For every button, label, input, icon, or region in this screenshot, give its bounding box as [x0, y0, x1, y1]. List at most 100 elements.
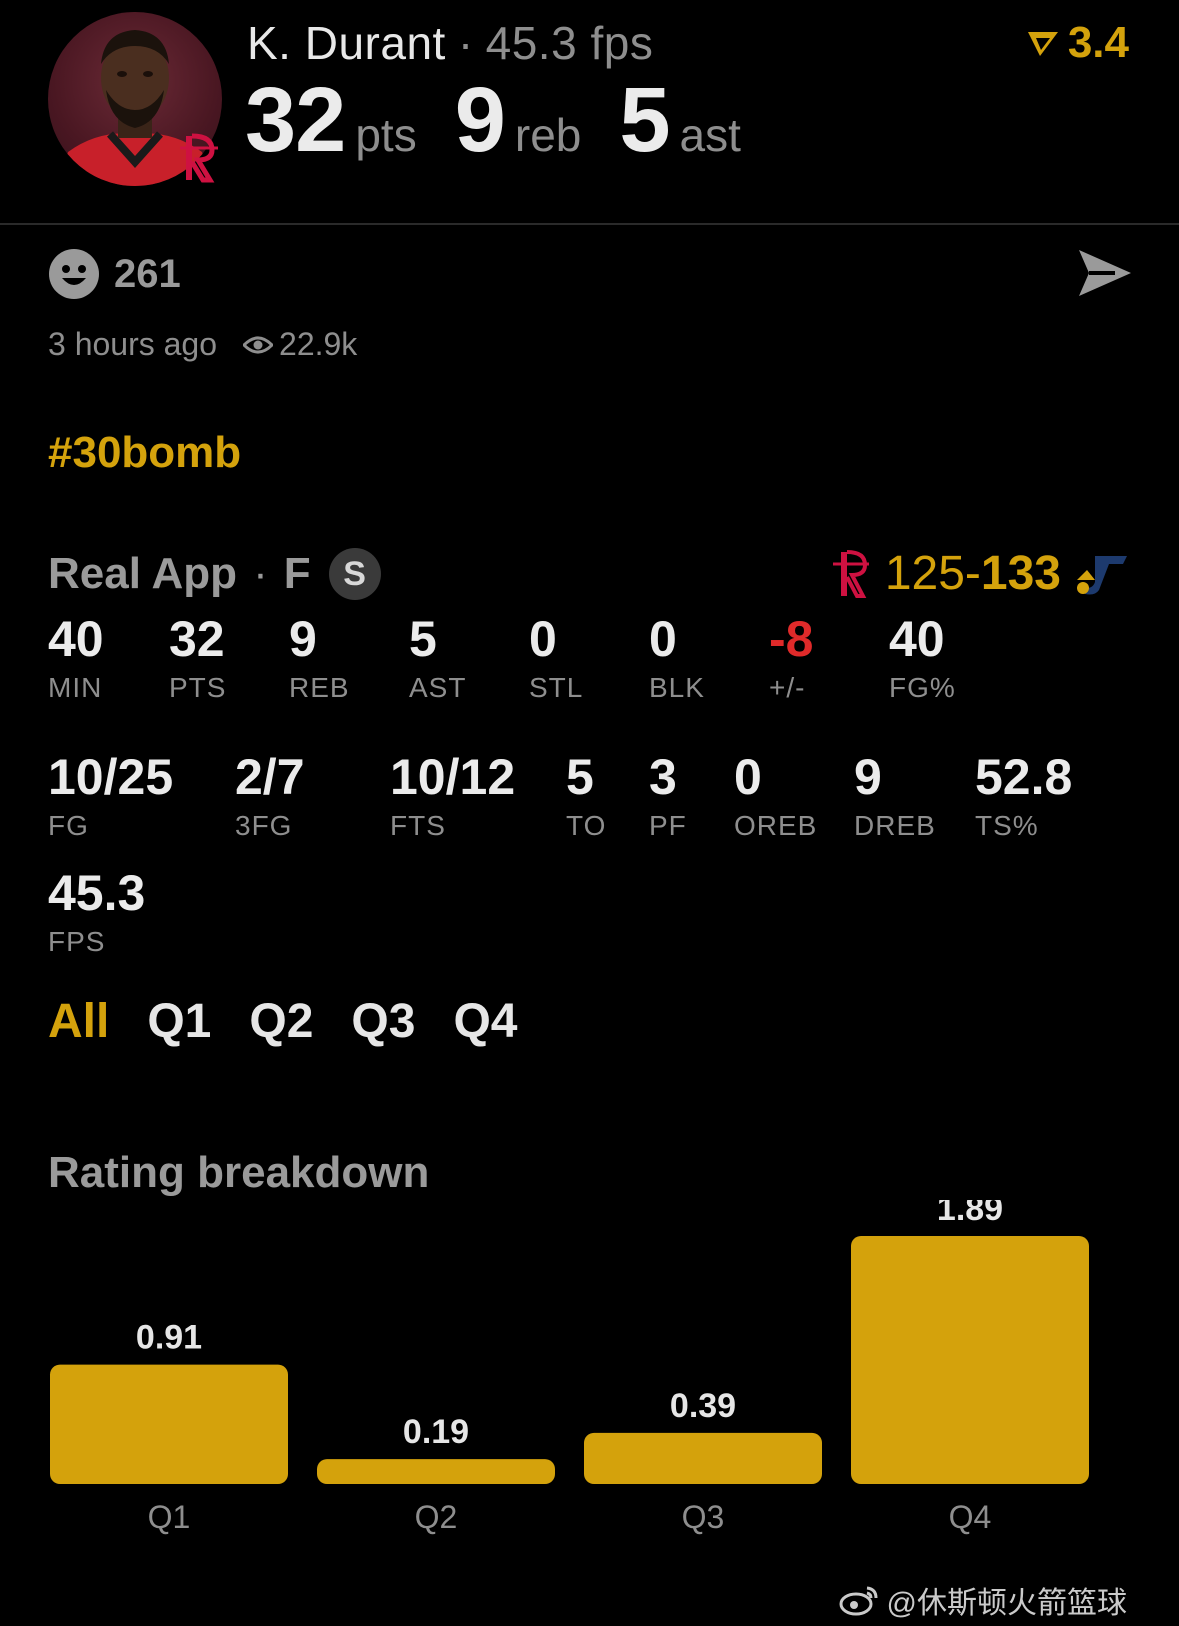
stat-label: +/- — [769, 672, 806, 703]
stat-label: DREB — [854, 810, 936, 841]
stat-plus-minus: -8 +/- — [769, 614, 813, 704]
stat-label: FPS — [48, 926, 106, 957]
game-info: Real App · F S — [48, 548, 381, 600]
tab-q4[interactable]: Q4 — [453, 994, 517, 1049]
app-name: Real App — [48, 549, 238, 598]
game-status: F — [283, 549, 311, 598]
stat-value: 3 — [649, 749, 677, 805]
stat-label: REB — [289, 672, 350, 703]
bar-q4[interactable] — [851, 1236, 1089, 1484]
stat-value: 2/7 — [235, 749, 305, 805]
stat-value: 0 — [734, 749, 762, 805]
stat-label: FG% — [889, 672, 956, 703]
stat-stl: 0 STL — [529, 614, 583, 704]
stat-label: FTS — [390, 810, 446, 841]
stat-value: 52.8 — [975, 749, 1073, 805]
rebounds-value: 9 — [454, 69, 506, 171]
watermark-text: @休斯顿火箭篮球 — [886, 1587, 1127, 1620]
assists-unit: ast — [679, 109, 741, 161]
stat-label: OREB — [734, 810, 818, 841]
stat-value: 5 — [409, 611, 437, 667]
stat-value: 40 — [48, 611, 104, 667]
player-fps: 45.3 fps — [485, 17, 654, 69]
separator-dot: · — [457, 17, 474, 69]
stat-value: 10/25 — [48, 749, 174, 805]
rebounds-unit: reb — [514, 109, 582, 161]
separator-dot: · — [253, 549, 268, 598]
x-tick-label: Q2 — [415, 1499, 458, 1535]
stat-value: 32 — [169, 611, 225, 667]
stat-label: MIN — [48, 672, 103, 703]
stat-label: PTS — [169, 672, 227, 703]
bar-value-label: 1.89 — [937, 1200, 1003, 1228]
stat-pf: 3 PF — [649, 752, 687, 842]
bar-value-label: 0.39 — [670, 1387, 736, 1425]
stat-value: 9 — [289, 611, 317, 667]
stat-label: STL — [529, 672, 584, 703]
stat-oreb: 0 OREB — [734, 752, 817, 842]
stat-to: 5 TO — [566, 752, 606, 842]
time-ago: 3 hours ago — [48, 326, 218, 362]
stat-label: TS% — [975, 810, 1039, 841]
game-score[interactable]: 125-133 — [829, 546, 1129, 601]
stat-3fg: 2/7 3FG — [235, 752, 305, 842]
s-badge[interactable]: S — [328, 548, 381, 600]
bar-q3[interactable] — [584, 1432, 822, 1484]
bar-value-label: 0.91 — [136, 1319, 202, 1357]
bar-q1[interactable] — [50, 1364, 288, 1484]
stat-fg: 10/25 FG — [48, 752, 173, 842]
reaction-count: 261 — [114, 251, 181, 296]
bar-value-label: 0.19 — [403, 1413, 469, 1451]
stat-label: TO — [566, 810, 607, 841]
view-count: 22.9k — [279, 326, 358, 362]
away-score: 133 — [980, 547, 1061, 600]
tab-q2[interactable]: Q2 — [249, 994, 313, 1049]
stat-label: 3FG — [235, 810, 293, 841]
watermark: @休斯顿火箭篮球 — [839, 1578, 1127, 1622]
player-header: K. Durant · 45.3 fps 3.4 32 pts 9 reb 5 as… — [0, 0, 1179, 225]
stat-label: FG — [48, 810, 89, 841]
stat-fg-pct: 40 FG% — [889, 614, 956, 704]
eye-icon — [243, 334, 274, 356]
hashtag-link[interactable]: #30bomb — [48, 428, 241, 478]
assists-value: 5 — [619, 69, 670, 171]
stat-value: -8 — [769, 611, 814, 667]
quarter-tabs: All Q1 Q2 Q3 Q4 — [48, 994, 517, 1049]
points-unit: pts — [355, 109, 417, 161]
stat-value: 9 — [854, 749, 882, 805]
send-icon[interactable] — [1077, 248, 1133, 298]
tab-q1[interactable]: Q1 — [147, 994, 211, 1049]
score-separator: - — [964, 547, 981, 600]
tab-q3[interactable]: Q3 — [351, 994, 415, 1049]
stat-value: 5 — [566, 749, 594, 805]
stat-value: 0 — [529, 611, 557, 667]
stat-value: 10/12 — [390, 749, 516, 805]
stat-dreb: 9 DREB — [854, 752, 936, 842]
weibo-logo-icon — [839, 1586, 878, 1616]
stat-fps: 45.3 FPS — [48, 868, 145, 958]
stat-value: 40 — [889, 611, 945, 667]
rockets-logo-icon — [832, 549, 869, 598]
stat-ts-pct: 52.8 TS% — [975, 752, 1072, 842]
rating-value: 3.4 — [1067, 18, 1129, 67]
stat-fts: 10/12 FTS — [390, 752, 515, 842]
x-tick-label: Q1 — [148, 1499, 191, 1535]
rating-v-icon — [1027, 32, 1058, 56]
x-tick-label: Q4 — [949, 1499, 992, 1535]
home-score: 125 — [884, 547, 965, 600]
points-value: 32 — [245, 69, 346, 171]
bar-q2[interactable] — [317, 1459, 555, 1484]
rating-badge[interactable]: 3.4 — [1026, 18, 1129, 68]
reaction-button[interactable]: 261 — [48, 248, 181, 300]
rating-breakdown-chart: 0.91 Q1 0.19 Q2 0.39 Q3 1.89 Q4 — [50, 1200, 1089, 1535]
stat-min: 40 MIN — [48, 614, 104, 704]
player-name-line: K. Durant · 45.3 fps — [247, 16, 653, 70]
stat-value: 0 — [649, 611, 677, 667]
headline-statline: 32 pts 9 reb 5 ast — [245, 68, 779, 173]
stat-label: BLK — [649, 672, 705, 703]
smiley-icon — [49, 249, 99, 299]
player-name[interactable]: K. Durant — [247, 17, 446, 69]
tab-all[interactable]: All — [48, 994, 109, 1049]
stat-ast: 5 AST — [409, 614, 466, 704]
stat-value: 45.3 — [48, 865, 146, 921]
